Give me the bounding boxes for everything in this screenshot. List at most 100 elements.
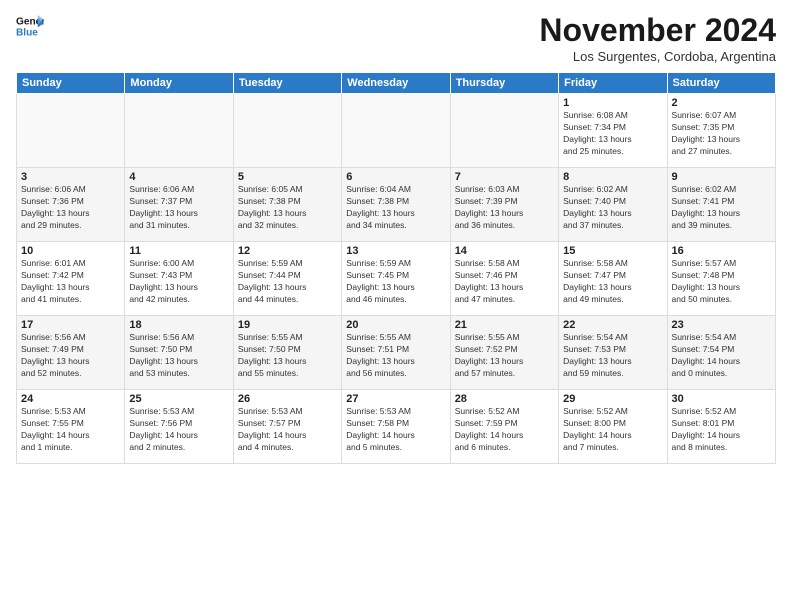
- day-info: Sunrise: 5:54 AMSunset: 7:53 PMDaylight:…: [563, 332, 662, 380]
- logo-icon: General Blue: [16, 12, 44, 40]
- calendar-cell: 25Sunrise: 5:53 AMSunset: 7:56 PMDayligh…: [125, 390, 233, 464]
- calendar-cell: 14Sunrise: 5:58 AMSunset: 7:46 PMDayligh…: [450, 242, 558, 316]
- day-info: Sunrise: 5:59 AMSunset: 7:45 PMDaylight:…: [346, 258, 445, 306]
- calendar-cell: 15Sunrise: 5:58 AMSunset: 7:47 PMDayligh…: [559, 242, 667, 316]
- svg-text:Blue: Blue: [16, 27, 38, 38]
- day-number: 18: [129, 319, 228, 331]
- day-info: Sunrise: 6:05 AMSunset: 7:38 PMDaylight:…: [238, 184, 337, 232]
- calendar-cell: 8Sunrise: 6:02 AMSunset: 7:40 PMDaylight…: [559, 168, 667, 242]
- day-info: Sunrise: 5:58 AMSunset: 7:47 PMDaylight:…: [563, 258, 662, 306]
- week-row-0: 1Sunrise: 6:08 AMSunset: 7:34 PMDaylight…: [17, 94, 776, 168]
- day-number: 14: [455, 245, 554, 257]
- day-info: Sunrise: 6:02 AMSunset: 7:40 PMDaylight:…: [563, 184, 662, 232]
- day-number: 28: [455, 393, 554, 405]
- calendar-page: General Blue November 2024 Los Surgentes…: [0, 0, 792, 612]
- weekday-header-tuesday: Tuesday: [233, 73, 341, 94]
- day-number: 25: [129, 393, 228, 405]
- day-number: 29: [563, 393, 662, 405]
- day-info: Sunrise: 5:56 AMSunset: 7:49 PMDaylight:…: [21, 332, 120, 380]
- calendar-cell: 20Sunrise: 5:55 AMSunset: 7:51 PMDayligh…: [342, 316, 450, 390]
- day-info: Sunrise: 5:56 AMSunset: 7:50 PMDaylight:…: [129, 332, 228, 380]
- calendar-cell: 30Sunrise: 5:52 AMSunset: 8:01 PMDayligh…: [667, 390, 775, 464]
- day-number: 27: [346, 393, 445, 405]
- month-title: November 2024: [539, 12, 776, 49]
- day-number: 16: [672, 245, 771, 257]
- calendar-cell: 12Sunrise: 5:59 AMSunset: 7:44 PMDayligh…: [233, 242, 341, 316]
- calendar-cell: 9Sunrise: 6:02 AMSunset: 7:41 PMDaylight…: [667, 168, 775, 242]
- calendar-cell: 22Sunrise: 5:54 AMSunset: 7:53 PMDayligh…: [559, 316, 667, 390]
- day-number: 30: [672, 393, 771, 405]
- day-number: 20: [346, 319, 445, 331]
- calendar-cell: 4Sunrise: 6:06 AMSunset: 7:37 PMDaylight…: [125, 168, 233, 242]
- weekday-header-row: SundayMondayTuesdayWednesdayThursdayFrid…: [17, 73, 776, 94]
- week-row-4: 24Sunrise: 5:53 AMSunset: 7:55 PMDayligh…: [17, 390, 776, 464]
- day-info: Sunrise: 6:03 AMSunset: 7:39 PMDaylight:…: [455, 184, 554, 232]
- day-info: Sunrise: 6:02 AMSunset: 7:41 PMDaylight:…: [672, 184, 771, 232]
- day-number: 15: [563, 245, 662, 257]
- calendar-cell: [17, 94, 125, 168]
- calendar-cell: 11Sunrise: 6:00 AMSunset: 7:43 PMDayligh…: [125, 242, 233, 316]
- day-info: Sunrise: 5:52 AMSunset: 7:59 PMDaylight:…: [455, 406, 554, 454]
- day-info: Sunrise: 5:55 AMSunset: 7:50 PMDaylight:…: [238, 332, 337, 380]
- calendar-cell: 16Sunrise: 5:57 AMSunset: 7:48 PMDayligh…: [667, 242, 775, 316]
- day-number: 10: [21, 245, 120, 257]
- logo: General Blue: [16, 12, 44, 40]
- day-info: Sunrise: 5:55 AMSunset: 7:52 PMDaylight:…: [455, 332, 554, 380]
- weekday-header-wednesday: Wednesday: [342, 73, 450, 94]
- day-number: 21: [455, 319, 554, 331]
- calendar-cell: 6Sunrise: 6:04 AMSunset: 7:38 PMDaylight…: [342, 168, 450, 242]
- weekday-header-monday: Monday: [125, 73, 233, 94]
- calendar-cell: 29Sunrise: 5:52 AMSunset: 8:00 PMDayligh…: [559, 390, 667, 464]
- day-number: 19: [238, 319, 337, 331]
- calendar-cell: 3Sunrise: 6:06 AMSunset: 7:36 PMDaylight…: [17, 168, 125, 242]
- location: Los Surgentes, Cordoba, Argentina: [539, 49, 776, 64]
- day-info: Sunrise: 6:00 AMSunset: 7:43 PMDaylight:…: [129, 258, 228, 306]
- day-number: 23: [672, 319, 771, 331]
- day-number: 6: [346, 171, 445, 183]
- day-number: 7: [455, 171, 554, 183]
- week-row-3: 17Sunrise: 5:56 AMSunset: 7:49 PMDayligh…: [17, 316, 776, 390]
- day-info: Sunrise: 5:53 AMSunset: 7:56 PMDaylight:…: [129, 406, 228, 454]
- day-number: 17: [21, 319, 120, 331]
- calendar-cell: 10Sunrise: 6:01 AMSunset: 7:42 PMDayligh…: [17, 242, 125, 316]
- day-info: Sunrise: 5:53 AMSunset: 7:57 PMDaylight:…: [238, 406, 337, 454]
- calendar-cell: [450, 94, 558, 168]
- day-number: 12: [238, 245, 337, 257]
- day-info: Sunrise: 6:06 AMSunset: 7:36 PMDaylight:…: [21, 184, 120, 232]
- week-row-1: 3Sunrise: 6:06 AMSunset: 7:36 PMDaylight…: [17, 168, 776, 242]
- day-info: Sunrise: 6:04 AMSunset: 7:38 PMDaylight:…: [346, 184, 445, 232]
- calendar-cell: 23Sunrise: 5:54 AMSunset: 7:54 PMDayligh…: [667, 316, 775, 390]
- day-info: Sunrise: 5:59 AMSunset: 7:44 PMDaylight:…: [238, 258, 337, 306]
- calendar-cell: 21Sunrise: 5:55 AMSunset: 7:52 PMDayligh…: [450, 316, 558, 390]
- calendar-cell: [342, 94, 450, 168]
- day-info: Sunrise: 5:52 AMSunset: 8:00 PMDaylight:…: [563, 406, 662, 454]
- weekday-header-saturday: Saturday: [667, 73, 775, 94]
- calendar-cell: 27Sunrise: 5:53 AMSunset: 7:58 PMDayligh…: [342, 390, 450, 464]
- calendar-cell: 24Sunrise: 5:53 AMSunset: 7:55 PMDayligh…: [17, 390, 125, 464]
- day-info: Sunrise: 5:55 AMSunset: 7:51 PMDaylight:…: [346, 332, 445, 380]
- weekday-header-sunday: Sunday: [17, 73, 125, 94]
- title-block: November 2024 Los Surgentes, Cordoba, Ar…: [539, 12, 776, 64]
- header: General Blue November 2024 Los Surgentes…: [16, 12, 776, 64]
- day-number: 4: [129, 171, 228, 183]
- day-number: 3: [21, 171, 120, 183]
- day-number: 2: [672, 97, 771, 109]
- day-info: Sunrise: 5:53 AMSunset: 7:58 PMDaylight:…: [346, 406, 445, 454]
- day-info: Sunrise: 6:07 AMSunset: 7:35 PMDaylight:…: [672, 110, 771, 158]
- calendar-table: SundayMondayTuesdayWednesdayThursdayFrid…: [16, 72, 776, 464]
- calendar-cell: 19Sunrise: 5:55 AMSunset: 7:50 PMDayligh…: [233, 316, 341, 390]
- day-number: 9: [672, 171, 771, 183]
- calendar-cell: 5Sunrise: 6:05 AMSunset: 7:38 PMDaylight…: [233, 168, 341, 242]
- day-number: 24: [21, 393, 120, 405]
- day-number: 1: [563, 97, 662, 109]
- weekday-header-friday: Friday: [559, 73, 667, 94]
- calendar-cell: [233, 94, 341, 168]
- day-info: Sunrise: 6:01 AMSunset: 7:42 PMDaylight:…: [21, 258, 120, 306]
- calendar-cell: 2Sunrise: 6:07 AMSunset: 7:35 PMDaylight…: [667, 94, 775, 168]
- day-info: Sunrise: 5:54 AMSunset: 7:54 PMDaylight:…: [672, 332, 771, 380]
- day-number: 5: [238, 171, 337, 183]
- day-info: Sunrise: 5:53 AMSunset: 7:55 PMDaylight:…: [21, 406, 120, 454]
- calendar-cell: 26Sunrise: 5:53 AMSunset: 7:57 PMDayligh…: [233, 390, 341, 464]
- day-info: Sunrise: 6:06 AMSunset: 7:37 PMDaylight:…: [129, 184, 228, 232]
- day-number: 13: [346, 245, 445, 257]
